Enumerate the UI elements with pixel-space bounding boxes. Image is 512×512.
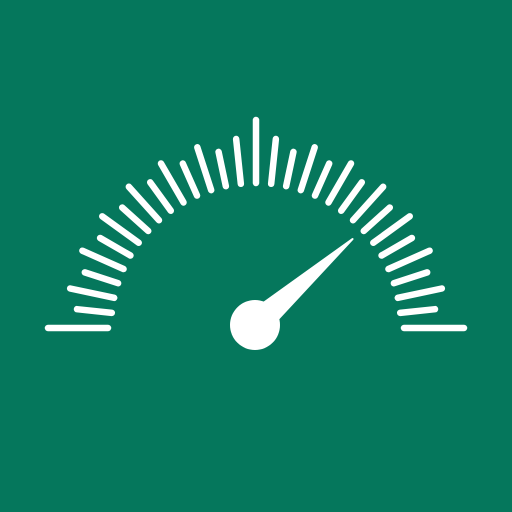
speedometer-icon xyxy=(0,0,512,512)
tile-background xyxy=(0,0,512,512)
gauge-tick xyxy=(396,305,439,317)
gauge-tick xyxy=(73,305,116,317)
app-tile[interactable] xyxy=(0,0,512,512)
gauge-hub xyxy=(230,300,280,350)
